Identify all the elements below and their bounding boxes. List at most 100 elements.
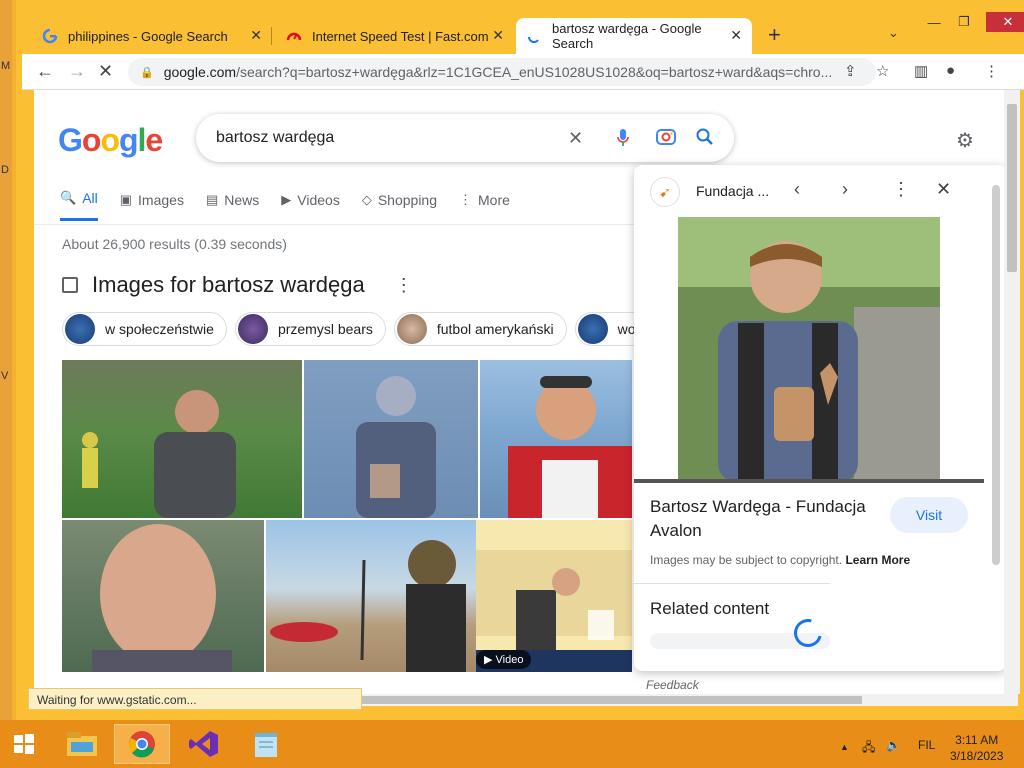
more-options-icon[interactable]: ⋮ xyxy=(892,179,910,200)
more-options-icon[interactable]: ⋮ xyxy=(395,275,413,296)
tab-news[interactable]: ▤ News xyxy=(206,190,259,221)
previous-arrow-icon[interactable]: ‹ xyxy=(794,179,800,200)
chip-thumbnail xyxy=(237,314,268,344)
clock-time: 3:11 AM xyxy=(955,733,999,747)
windows-taskbar: ▲ 🖧 🔈 FIL 3:11 AM 3/18/2023 xyxy=(0,720,1024,768)
profile-avatar-icon[interactable]: ● xyxy=(946,62,955,79)
image-result-video[interactable]: ▶ Video xyxy=(476,520,632,672)
learn-more-link[interactable]: Learn More xyxy=(845,553,910,567)
clear-icon[interactable]: ✕ xyxy=(568,128,583,149)
address-bar[interactable]: 🔒 google.com/search?q=bartosz+wardęga&rl… xyxy=(128,58,876,86)
minimize-button[interactable]: — xyxy=(920,12,948,32)
images-heading: Images for bartosz wardęga ⋮ xyxy=(62,272,413,298)
page-vertical-scrollbar[interactable] xyxy=(1004,90,1020,694)
file-explorer-icon[interactable] xyxy=(54,724,110,764)
close-icon[interactable]: ✕ xyxy=(492,27,504,44)
result-stats: About 26,900 results (0.39 seconds) xyxy=(62,236,287,252)
chip-label: w społeczeństwie xyxy=(105,321,214,337)
related-content-heading: Related content xyxy=(650,599,770,618)
tab-label: More xyxy=(478,191,510,208)
tab-all[interactable]: 🔍 All xyxy=(60,190,98,221)
chip-spoleczenstwie[interactable]: w społeczeństwie xyxy=(62,312,227,346)
tab-images[interactable]: ▣ Images xyxy=(120,190,184,221)
side-panel-icon[interactable]: ▥ xyxy=(914,62,928,80)
close-icon[interactable]: ✕ xyxy=(730,27,742,44)
share-icon[interactable]: ⇪ xyxy=(844,62,857,80)
tab-bartosz[interactable]: bartosz wardęga - Google Search ✕ xyxy=(516,18,752,54)
image-result-kayak-beach[interactable] xyxy=(266,520,476,672)
more-dots-icon: ⋮ xyxy=(459,191,473,207)
chip-label: przemysl bears xyxy=(277,321,373,337)
stop-loading-icon[interactable]: ✕ xyxy=(98,61,113,82)
feedback-link[interactable]: Feedback xyxy=(646,678,699,692)
volume-icon[interactable]: 🔈 xyxy=(886,738,901,752)
input-language[interactable]: FIL xyxy=(918,738,935,752)
image-result-boy-selected[interactable] xyxy=(304,360,478,518)
tab-fastcom[interactable]: Internet Speed Test | Fast.com ✕ xyxy=(276,18,514,54)
tab-shopping[interactable]: ◇ Shopping xyxy=(362,190,437,221)
settings-gear-icon[interactable]: ⚙ xyxy=(956,128,974,153)
close-icon[interactable]: ✕ xyxy=(250,27,262,44)
visit-button[interactable]: Visit xyxy=(890,497,968,533)
scroll-thumb[interactable] xyxy=(992,185,1000,565)
show-hidden-icons-chevron-icon[interactable]: ▲ xyxy=(840,742,849,752)
tab-separator xyxy=(271,27,272,45)
chip-thumbnail xyxy=(65,314,95,344)
chrome-icon[interactable] xyxy=(114,724,170,764)
notepad-icon[interactable] xyxy=(238,724,294,764)
maximize-button[interactable]: ❐ xyxy=(950,12,978,32)
visual-studio-icon[interactable] xyxy=(176,724,232,764)
image-preview-panel: ➹ Fundacja ... ‹ › ⋮ ✕ Bartosz Wardęga -… xyxy=(634,165,1006,671)
news-icon: ▤ xyxy=(205,191,219,207)
image-result-kayak-selfie[interactable] xyxy=(480,360,632,518)
panel-scrollbar[interactable] xyxy=(986,165,1006,671)
network-icon[interactable]: 🖧 xyxy=(862,738,875,759)
lock-icon: 🔒 xyxy=(140,66,154,79)
tab-videos[interactable]: ▶ Videos xyxy=(281,190,340,221)
next-arrow-icon[interactable]: › xyxy=(842,179,848,200)
chip-thumbnail xyxy=(396,314,427,344)
preview-image[interactable] xyxy=(634,217,984,483)
desktop-mark: M xyxy=(1,60,11,72)
image-result-speaker[interactable] xyxy=(62,360,302,518)
tag-icon: ◇ xyxy=(361,191,372,207)
tab-more[interactable]: ⋮ More xyxy=(459,190,510,221)
result-title[interactable]: Bartosz Wardęga - Fundacja Avalon xyxy=(650,495,880,543)
system-clock[interactable]: 3:11 AM 3/18/2023 xyxy=(950,732,1003,764)
start-button[interactable] xyxy=(0,724,48,764)
search-icon[interactable] xyxy=(696,128,714,151)
panel-site-name[interactable]: Fundacja ... xyxy=(696,183,769,199)
chip-futbol[interactable]: futbol amerykański xyxy=(393,312,567,346)
panel-header: ➹ Fundacja ... ‹ › ⋮ ✕ xyxy=(634,165,984,217)
chip-przemysl-bears[interactable]: przemysl bears xyxy=(234,312,386,346)
google-g-icon xyxy=(42,28,58,44)
google-logo[interactable]: Google xyxy=(58,122,163,159)
bookmark-star-icon[interactable]: ☆ xyxy=(876,62,889,80)
close-panel-icon[interactable]: ✕ xyxy=(936,179,951,200)
back-arrow-icon[interactable]: ← xyxy=(36,61,54,82)
scroll-thumb[interactable] xyxy=(354,696,862,704)
video-icon: ▶ xyxy=(281,191,292,207)
forward-arrow-icon[interactable]: → xyxy=(68,61,86,82)
close-window-button[interactable]: ✕ xyxy=(986,12,1024,32)
page-horizontal-scrollbar[interactable] xyxy=(354,694,1018,706)
copyright-text: Images may be subject to copyright. xyxy=(650,553,843,567)
url-host: google.com xyxy=(163,64,237,80)
tab-philippines[interactable]: philippines - Google Search ✕ xyxy=(32,18,272,54)
loading-spinner-icon xyxy=(526,28,542,44)
scroll-thumb[interactable] xyxy=(1007,104,1017,272)
search-input[interactable]: bartosz wardęga ✕ xyxy=(196,114,734,162)
microphone-icon[interactable] xyxy=(616,128,630,153)
tab-label: Videos xyxy=(297,191,340,208)
video-badge: ▶ Video xyxy=(476,650,532,669)
lens-camera-icon[interactable] xyxy=(656,128,676,151)
tab-label: News xyxy=(224,191,260,208)
chrome-menu-icon[interactable]: ⋮ xyxy=(984,62,999,80)
tab-label: Shopping xyxy=(377,191,438,208)
tab-search-chevron-icon[interactable]: ⌄ xyxy=(888,25,899,41)
image-result-portrait[interactable] xyxy=(62,520,264,672)
url-path: /search?q=bartosz+wardęga&rlz=1C1GCEA_en… xyxy=(236,64,833,80)
new-tab-button[interactable]: + xyxy=(768,22,781,48)
chip-thumbnail xyxy=(577,314,608,344)
images-heading-text: Images for bartosz wardęga xyxy=(92,272,365,297)
